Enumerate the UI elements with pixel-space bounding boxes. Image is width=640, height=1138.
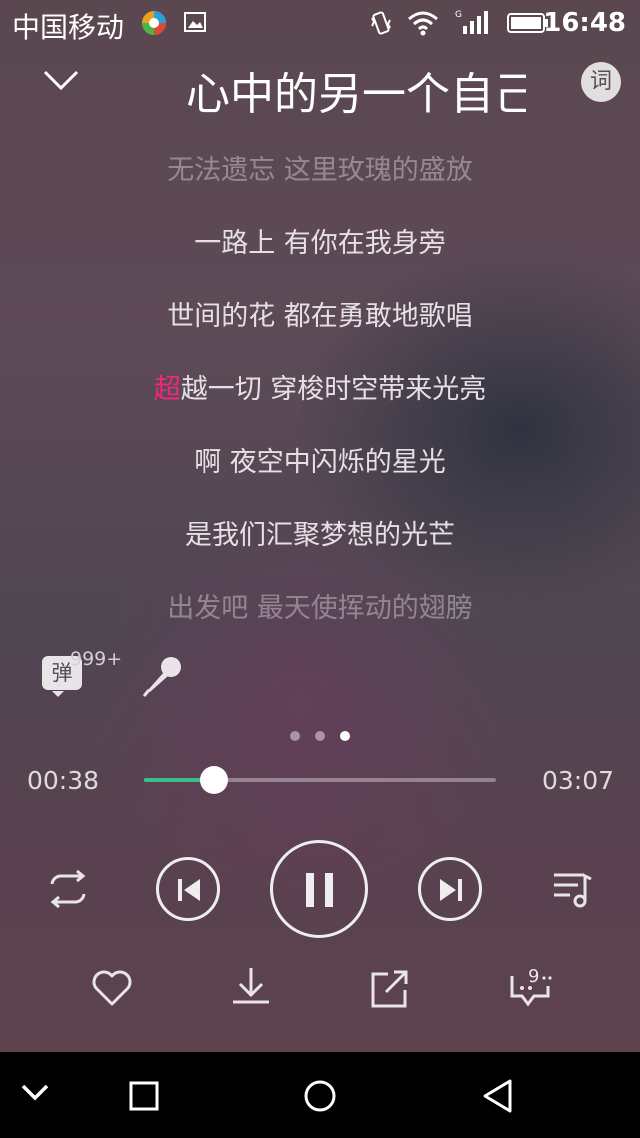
lyric-line: 无法遗忘 这里玫瑰的盛放 [167, 155, 473, 186]
page-dot[interactable] [290, 731, 300, 741]
lyrics-button-label: 词 [589, 69, 612, 94]
comment-button[interactable]: 9 [508, 966, 558, 1010]
page-dot-active[interactable] [340, 731, 350, 741]
previous-icon [178, 879, 200, 901]
current-time: 00:38 [27, 766, 100, 795]
lyric-line: 出发吧 最天使挥动的翅膀 [167, 593, 473, 624]
lyric-rest: 越一切 穿梭时空带来光亮 [180, 374, 487, 405]
lyric-line: 世间的花 都在勇敢地歌唱 [167, 301, 473, 332]
lyric-line: 是我们汇聚梦想的光芒 [185, 520, 455, 551]
loop-icon[interactable] [44, 870, 92, 908]
vibrate-icon [371, 11, 391, 35]
download-icon[interactable] [230, 966, 272, 1010]
song-title: 心中的另一个自己 [186, 69, 526, 114]
back-icon[interactable] [480, 1078, 516, 1114]
page-dot[interactable] [315, 731, 325, 741]
share-icon[interactable] [368, 968, 410, 1010]
carrier-name: 中国移动 [12, 11, 125, 44]
app-notification-icon [142, 11, 166, 35]
signal-icon: G [455, 10, 488, 34]
home-icon[interactable] [302, 1078, 338, 1114]
recents-icon[interactable] [128, 1080, 160, 1112]
progress-track[interactable] [144, 778, 496, 782]
lyrics-settings-button[interactable]: 词 [581, 62, 621, 102]
chevron-down-icon[interactable] [42, 68, 80, 92]
lyric-line-current: 超越一切 穿梭时空带来光亮 [0, 367, 640, 406]
svg-text:G: G [455, 10, 462, 20]
clock: 16:48 [543, 8, 626, 38]
pause-icon [306, 873, 333, 907]
playlist-icon[interactable] [552, 870, 594, 908]
comment-count: 9 [528, 966, 540, 987]
lyric-highlight: 超 [153, 374, 181, 405]
status-bar: 中国移动 G 16:48 [0, 0, 640, 48]
play-pause-button[interactable] [270, 840, 368, 938]
wifi-icon [408, 11, 438, 36]
lyric-line: 啊 夜空中闪烁的星光 [194, 447, 446, 478]
microphone-icon[interactable] [140, 654, 184, 698]
heart-icon[interactable] [90, 968, 134, 1008]
total-time: 03:07 [542, 766, 615, 795]
image-notification-icon [184, 12, 206, 32]
hide-keyboard-icon[interactable] [20, 1082, 50, 1102]
previous-button[interactable] [156, 857, 220, 921]
lyric-line: 一路上 有你在我身旁 [194, 228, 446, 259]
next-button[interactable] [418, 857, 482, 921]
navigation-bar [0, 1052, 640, 1138]
progress-thumb[interactable] [200, 766, 229, 794]
danmu-count: 999+ [70, 648, 123, 670]
next-icon [440, 879, 462, 901]
